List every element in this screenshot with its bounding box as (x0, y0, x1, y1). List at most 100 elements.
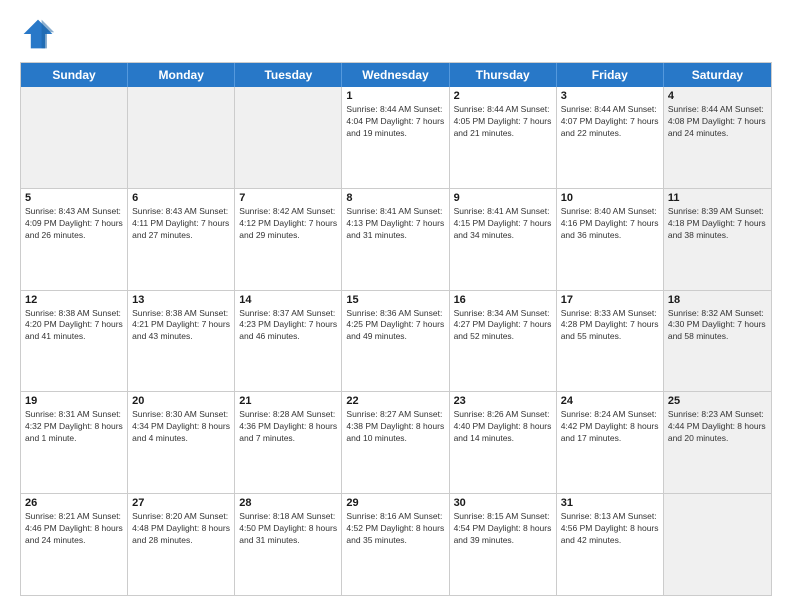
day-info: Sunrise: 8:31 AM Sunset: 4:32 PM Dayligh… (25, 409, 123, 445)
logo (20, 16, 62, 52)
day-cell-1: 1 Sunrise: 8:44 AM Sunset: 4:04 PM Daylig… (342, 87, 449, 188)
page: SundayMondayTuesdayWednesdayThursdayFrid… (0, 0, 792, 612)
header-day-sunday: Sunday (21, 63, 128, 87)
day-cell-22: 22 Sunrise: 8:27 AM Sunset: 4:38 PM Dayli… (342, 392, 449, 493)
calendar-body: 1 Sunrise: 8:44 AM Sunset: 4:04 PM Daylig… (21, 87, 771, 595)
day-number: 13 (132, 294, 230, 306)
calendar-week-5: 26 Sunrise: 8:21 AM Sunset: 4:46 PM Dayli… (21, 493, 771, 595)
day-info: Sunrise: 8:36 AM Sunset: 4:25 PM Dayligh… (346, 308, 444, 344)
day-cell-13: 13 Sunrise: 8:38 AM Sunset: 4:21 PM Dayli… (128, 291, 235, 392)
day-info: Sunrise: 8:34 AM Sunset: 4:27 PM Dayligh… (454, 308, 552, 344)
day-number: 21 (239, 395, 337, 407)
day-cell-27: 27 Sunrise: 8:20 AM Sunset: 4:48 PM Dayli… (128, 494, 235, 595)
day-cell-21: 21 Sunrise: 8:28 AM Sunset: 4:36 PM Dayli… (235, 392, 342, 493)
day-number: 18 (668, 294, 767, 306)
calendar: SundayMondayTuesdayWednesdayThursdayFrid… (20, 62, 772, 596)
day-info: Sunrise: 8:37 AM Sunset: 4:23 PM Dayligh… (239, 308, 337, 344)
day-info: Sunrise: 8:13 AM Sunset: 4:56 PM Dayligh… (561, 511, 659, 547)
day-number: 12 (25, 294, 123, 306)
day-info: Sunrise: 8:21 AM Sunset: 4:46 PM Dayligh… (25, 511, 123, 547)
day-cell-29: 29 Sunrise: 8:16 AM Sunset: 4:52 PM Dayli… (342, 494, 449, 595)
header-day-friday: Friday (557, 63, 664, 87)
day-cell-19: 19 Sunrise: 8:31 AM Sunset: 4:32 PM Dayli… (21, 392, 128, 493)
day-cell-25: 25 Sunrise: 8:23 AM Sunset: 4:44 PM Dayli… (664, 392, 771, 493)
day-info: Sunrise: 8:23 AM Sunset: 4:44 PM Dayligh… (668, 409, 767, 445)
calendar-week-3: 12Sunrise: 8:38 AM Sunset: 4:20 PM Dayli… (21, 290, 771, 392)
day-info: Sunrise: 8:40 AM Sunset: 4:16 PM Dayligh… (561, 206, 659, 242)
day-info: Sunrise: 8:30 AM Sunset: 4:34 PM Dayligh… (132, 409, 230, 445)
day-info: Sunrise: 8:42 AM Sunset: 4:12 PM Dayligh… (239, 206, 337, 242)
day-number: 3 (561, 90, 659, 102)
day-cell-14: 14 Sunrise: 8:37 AM Sunset: 4:23 PM Dayli… (235, 291, 342, 392)
day-cell-5: 5 Sunrise: 8:43 AM Sunset: 4:09 PM Daylig… (21, 189, 128, 290)
day-number: 2 (454, 90, 552, 102)
calendar-week-4: 19 Sunrise: 8:31 AM Sunset: 4:32 PM Dayli… (21, 391, 771, 493)
header (20, 16, 772, 52)
day-info: Sunrise: 8:20 AM Sunset: 4:48 PM Dayligh… (132, 511, 230, 547)
day-number: 5 (25, 192, 123, 204)
day-cell-2: 2Sunrise: 8:44 AM Sunset: 4:05 PM Daylig… (450, 87, 557, 188)
day-cell-28: 28Sunrise: 8:18 AM Sunset: 4:50 PM Dayli… (235, 494, 342, 595)
day-cell-15: 15 Sunrise: 8:36 AM Sunset: 4:25 PM Dayli… (342, 291, 449, 392)
day-number: 10 (561, 192, 659, 204)
day-info: Sunrise: 8:16 AM Sunset: 4:52 PM Dayligh… (346, 511, 444, 547)
header-day-saturday: Saturday (664, 63, 771, 87)
day-cell-12: 12Sunrise: 8:38 AM Sunset: 4:20 PM Dayli… (21, 291, 128, 392)
day-cell-24: 24Sunrise: 8:24 AM Sunset: 4:42 PM Dayli… (557, 392, 664, 493)
day-info: Sunrise: 8:15 AM Sunset: 4:54 PM Dayligh… (454, 511, 552, 547)
day-number: 22 (346, 395, 444, 407)
day-number: 15 (346, 294, 444, 306)
day-cell-11: 11 Sunrise: 8:39 AM Sunset: 4:18 PM Dayli… (664, 189, 771, 290)
header-day-thursday: Thursday (450, 63, 557, 87)
day-info: Sunrise: 8:33 AM Sunset: 4:28 PM Dayligh… (561, 308, 659, 344)
day-cell-18: 18 Sunrise: 8:32 AM Sunset: 4:30 PM Dayli… (664, 291, 771, 392)
day-info: Sunrise: 8:41 AM Sunset: 4:13 PM Dayligh… (346, 206, 444, 242)
day-cell-26: 26 Sunrise: 8:21 AM Sunset: 4:46 PM Dayli… (21, 494, 128, 595)
logo-icon (20, 16, 56, 52)
header-day-wednesday: Wednesday (342, 63, 449, 87)
calendar-week-2: 5 Sunrise: 8:43 AM Sunset: 4:09 PM Daylig… (21, 188, 771, 290)
empty-cell (664, 494, 771, 595)
day-info: Sunrise: 8:43 AM Sunset: 4:11 PM Dayligh… (132, 206, 230, 242)
day-cell-31: 31 Sunrise: 8:13 AM Sunset: 4:56 PM Dayli… (557, 494, 664, 595)
day-number: 25 (668, 395, 767, 407)
day-info: Sunrise: 8:44 AM Sunset: 4:04 PM Dayligh… (346, 104, 444, 140)
day-info: Sunrise: 8:28 AM Sunset: 4:36 PM Dayligh… (239, 409, 337, 445)
day-number: 23 (454, 395, 552, 407)
header-day-monday: Monday (128, 63, 235, 87)
day-info: Sunrise: 8:32 AM Sunset: 4:30 PM Dayligh… (668, 308, 767, 344)
day-number: 31 (561, 497, 659, 509)
day-number: 7 (239, 192, 337, 204)
empty-cell (128, 87, 235, 188)
day-number: 29 (346, 497, 444, 509)
day-cell-16: 16Sunrise: 8:34 AM Sunset: 4:27 PM Dayli… (450, 291, 557, 392)
day-cell-3: 3Sunrise: 8:44 AM Sunset: 4:07 PM Daylig… (557, 87, 664, 188)
day-number: 27 (132, 497, 230, 509)
day-cell-4: 4Sunrise: 8:44 AM Sunset: 4:08 PM Daylig… (664, 87, 771, 188)
day-cell-10: 10 Sunrise: 8:40 AM Sunset: 4:16 PM Dayli… (557, 189, 664, 290)
calendar-week-1: 1 Sunrise: 8:44 AM Sunset: 4:04 PM Daylig… (21, 87, 771, 188)
day-number: 20 (132, 395, 230, 407)
day-cell-7: 7 Sunrise: 8:42 AM Sunset: 4:12 PM Daylig… (235, 189, 342, 290)
day-number: 14 (239, 294, 337, 306)
day-number: 8 (346, 192, 444, 204)
day-number: 26 (25, 497, 123, 509)
day-cell-20: 20 Sunrise: 8:30 AM Sunset: 4:34 PM Dayli… (128, 392, 235, 493)
day-info: Sunrise: 8:44 AM Sunset: 4:08 PM Dayligh… (668, 104, 767, 140)
day-info: Sunrise: 8:41 AM Sunset: 4:15 PM Dayligh… (454, 206, 552, 242)
day-number: 19 (25, 395, 123, 407)
calendar-header: SundayMondayTuesdayWednesdayThursdayFrid… (21, 63, 771, 87)
day-info: Sunrise: 8:39 AM Sunset: 4:18 PM Dayligh… (668, 206, 767, 242)
day-cell-30: 30Sunrise: 8:15 AM Sunset: 4:54 PM Dayli… (450, 494, 557, 595)
day-number: 1 (346, 90, 444, 102)
day-cell-8: 8 Sunrise: 8:41 AM Sunset: 4:13 PM Daylig… (342, 189, 449, 290)
empty-cell (21, 87, 128, 188)
day-info: Sunrise: 8:38 AM Sunset: 4:21 PM Dayligh… (132, 308, 230, 344)
day-number: 24 (561, 395, 659, 407)
day-info: Sunrise: 8:27 AM Sunset: 4:38 PM Dayligh… (346, 409, 444, 445)
day-cell-23: 23Sunrise: 8:26 AM Sunset: 4:40 PM Dayli… (450, 392, 557, 493)
header-day-tuesday: Tuesday (235, 63, 342, 87)
day-number: 11 (668, 192, 767, 204)
day-info: Sunrise: 8:43 AM Sunset: 4:09 PM Dayligh… (25, 206, 123, 242)
empty-cell (235, 87, 342, 188)
